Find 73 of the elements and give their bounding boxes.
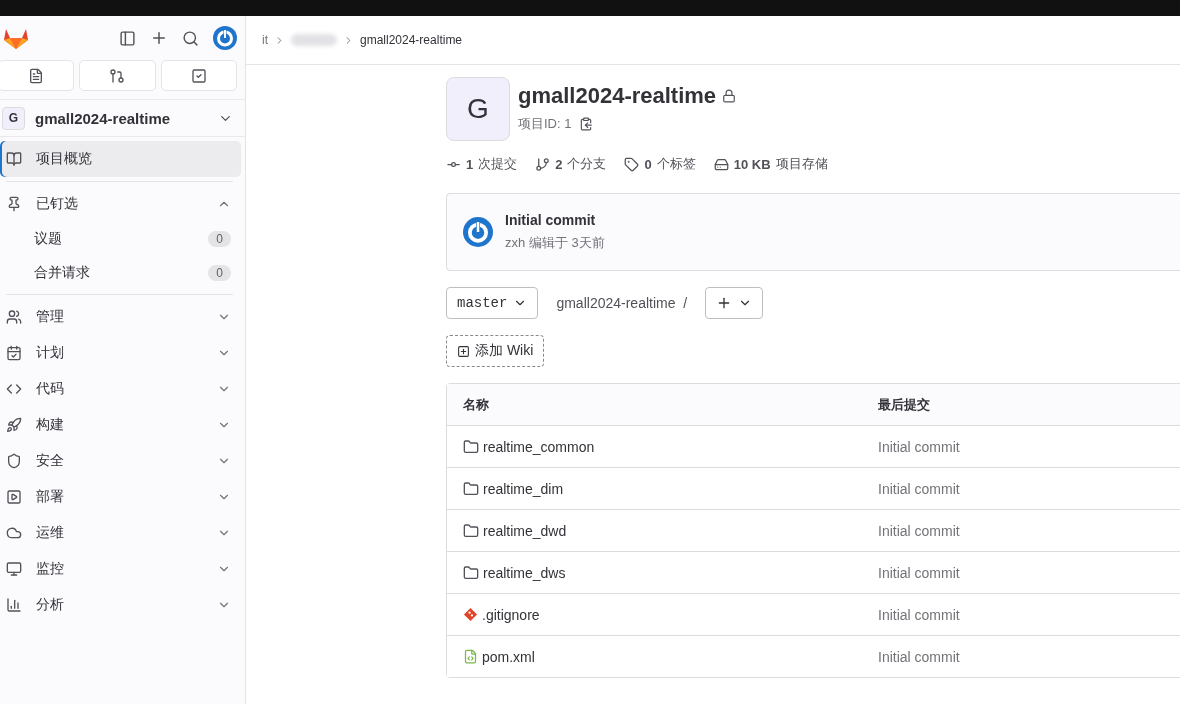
lock-icon	[722, 89, 737, 103]
nav-item[interactable]: 已钉选	[0, 186, 241, 222]
add-dropdown[interactable]	[705, 287, 764, 319]
commit-link[interactable]: Initial commit	[878, 480, 1180, 497]
folder-icon	[463, 438, 479, 455]
git-diamond-icon	[463, 607, 478, 622]
file-link[interactable]: realtime_dwd	[463, 522, 878, 539]
file-link[interactable]: pom.xml	[463, 648, 878, 665]
file-link[interactable]: .gitignore	[463, 606, 878, 623]
count-badge: 0	[208, 231, 231, 247]
project-switcher[interactable]: G gmall2024-realtime	[0, 99, 245, 137]
commit-link[interactable]: Initial commit	[878, 648, 1180, 665]
project-name: gmall2024-realtime	[35, 109, 172, 127]
repo-path: gmall2024-realtime /	[556, 295, 688, 311]
pin-icon	[6, 196, 22, 212]
copy-icon[interactable]	[579, 117, 594, 131]
nav-item[interactable]: 构建	[0, 407, 241, 443]
commit-title[interactable]: Initial commit	[505, 212, 605, 228]
project-avatar: G	[446, 77, 510, 141]
folder-icon	[463, 480, 479, 497]
file-link[interactable]: realtime_dws	[463, 564, 878, 581]
quick-action-button[interactable]	[160, 60, 237, 91]
stat-link[interactable]: 10 KB 项目存储	[713, 155, 828, 173]
quick-action-button[interactable]	[0, 60, 75, 91]
plus-square-icon	[457, 344, 470, 358]
nav-item[interactable]: 部署	[0, 479, 241, 515]
add-wiki-button[interactable]: 添加 Wiki	[446, 335, 545, 367]
sidebar-toggle-icon[interactable]	[119, 29, 136, 47]
code-icon	[6, 381, 22, 397]
search-icon[interactable]	[182, 29, 199, 47]
stat-link[interactable]: 2 个分支	[535, 155, 607, 173]
blurred-text	[291, 34, 337, 46]
nav-item[interactable]: 管理	[0, 299, 241, 335]
file-link[interactable]: realtime_dim	[463, 480, 878, 497]
plus-icon[interactable]	[150, 29, 168, 47]
commit-author: zxh 编辑于 3天前	[505, 234, 605, 252]
nav-subitem[interactable]: 合并请求 0	[0, 256, 241, 290]
nav-subitem[interactable]: 议题 0	[0, 222, 241, 256]
project-title: gmall2024-realtime	[518, 83, 737, 109]
merge-request-icon	[109, 67, 126, 84]
project-avatar: G	[2, 106, 25, 130]
tag-icon	[624, 156, 640, 172]
nav-item[interactable]: 计划	[0, 335, 241, 371]
folder-icon	[463, 564, 479, 581]
nav-item[interactable]: 代码	[0, 371, 241, 407]
user-avatar-icon[interactable]	[213, 26, 237, 50]
commit-link[interactable]: Initial commit	[878, 438, 1180, 455]
nav-item[interactable]: 分析	[0, 587, 241, 623]
quick-action-button[interactable]	[79, 60, 156, 91]
branch-dropdown[interactable]: master	[446, 287, 539, 319]
checkbox-icon	[190, 67, 207, 84]
commit-link[interactable]: Initial commit	[878, 522, 1180, 539]
file-icon	[463, 649, 478, 664]
stat-link[interactable]: 1 次提交	[446, 155, 518, 173]
commit-link[interactable]: Initial commit	[878, 564, 1180, 581]
count-badge: 0	[208, 265, 231, 281]
nav-item[interactable]: 安全	[0, 443, 241, 479]
column-header: 名称	[463, 395, 490, 414]
author-avatar-icon[interactable]	[463, 217, 493, 247]
breadcrumb-link[interactable]: gmall2024-realtime	[360, 33, 463, 47]
document-icon	[28, 67, 45, 84]
folder-icon	[463, 522, 479, 539]
commit-link[interactable]: Initial commit	[878, 606, 1180, 623]
nav-item[interactable]: 项目概览	[0, 141, 241, 177]
nav-item[interactable]: 运维	[0, 515, 241, 551]
column-header: 最后提交	[878, 395, 931, 414]
nav-item[interactable]: 监控	[0, 551, 241, 587]
file-link[interactable]: realtime_common	[463, 438, 878, 455]
project-id: 项目ID: 1	[518, 115, 572, 133]
monitor-icon	[6, 561, 22, 577]
branch-icon	[535, 156, 551, 172]
breadcrumb-link[interactable]: it	[262, 33, 268, 47]
stat-link[interactable]: 0 个标签	[624, 155, 696, 173]
